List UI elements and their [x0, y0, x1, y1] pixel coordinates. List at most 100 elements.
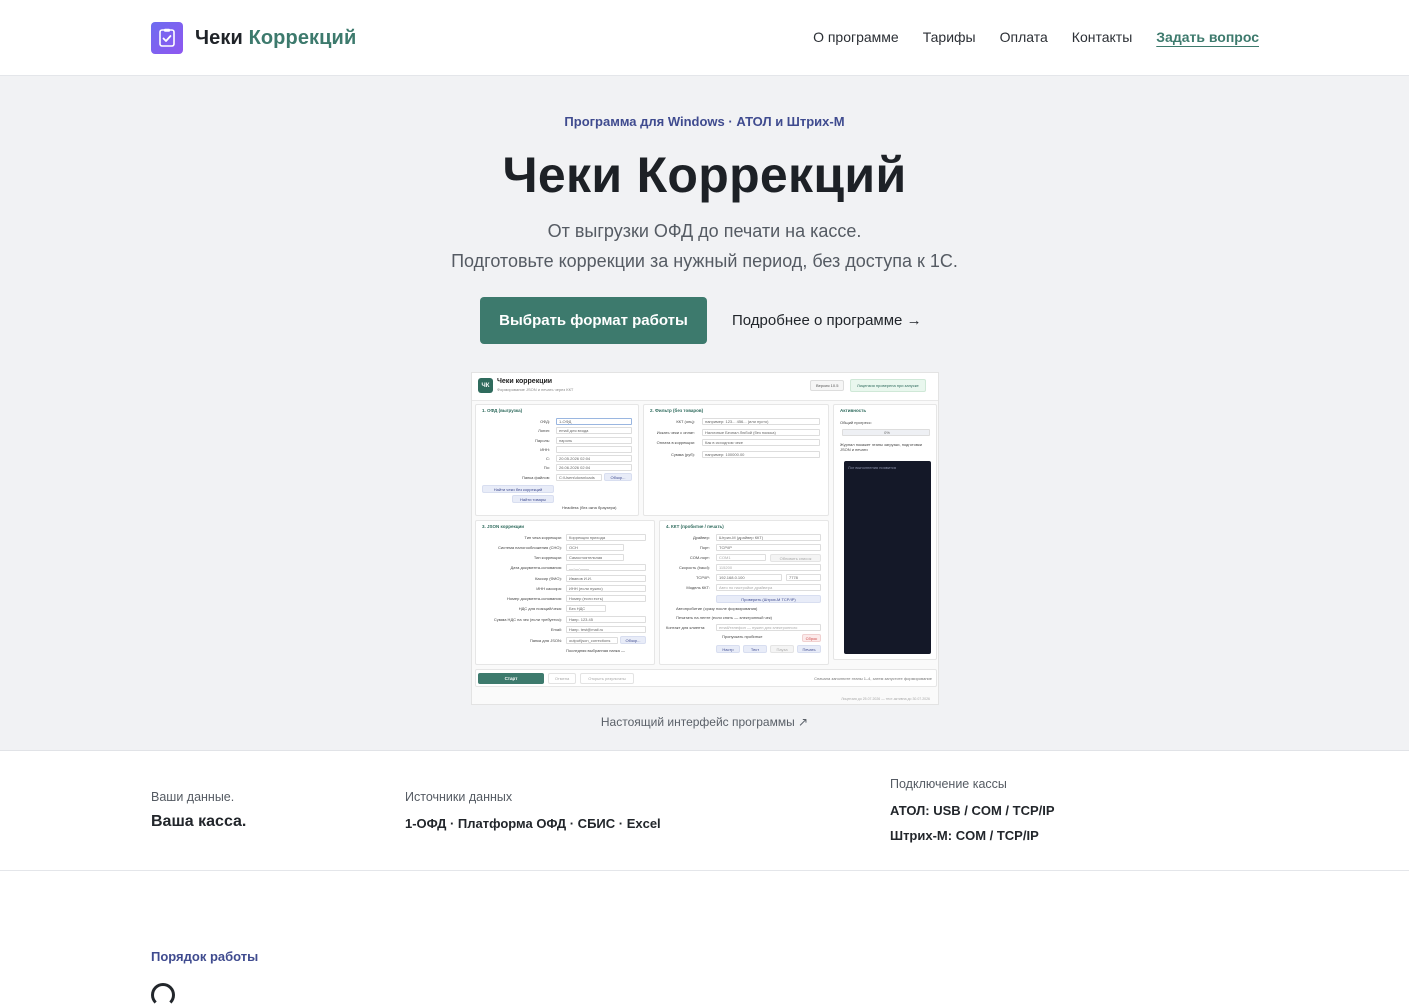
panel-kkt-title: 4. ККТ (пробитие / печать) — [666, 524, 724, 529]
panel-kkt: 4. ККТ (пробитие / печать) Драйвер: Штри… — [659, 520, 829, 665]
mock-input: Штрих-М (драйвер ККТ) — [716, 534, 821, 541]
mock-kkt-button: Печать — [797, 645, 821, 653]
choose-format-button[interactable]: Выбрать формат работы — [480, 297, 707, 344]
stat-value: 1-ОФД · Платформа ОФД · СБИС · Excel — [405, 816, 661, 831]
mock-input — [556, 446, 632, 453]
mock-headless-checkbox: Headless (без окна браузера) — [562, 505, 617, 510]
mock-input: Наличные Безнал Любой (без поиска) — [702, 429, 820, 436]
panel-ofd-title: 1. ОФД (выгрузка) — [482, 408, 523, 413]
stat-your-data: Ваши данные. Ваша касса. — [151, 790, 246, 831]
mock-input: TCP/IP — [716, 544, 821, 551]
mock-input: Самостоятельная — [566, 554, 624, 561]
mock-label: Сумма НДС на чек (если требуется): — [493, 617, 562, 622]
stat-label: Ваши данные. — [151, 790, 235, 804]
mock-input: Напр. test@mail.ru — [566, 626, 646, 633]
receipt-check-icon — [151, 22, 183, 54]
stat-data-sources: Источники данных 1-ОФД · Платформа ОФД ·… — [405, 790, 661, 831]
mock-input: Иванов И.И. — [566, 575, 646, 582]
panel-ofd: 1. ОФД (выгрузка) ОФД: 1-ОФД Логин: emai… — [475, 404, 639, 516]
mock-input: ОСН — [566, 544, 624, 551]
mock-input: Коррекция прихода — [566, 534, 646, 541]
section-eyebrow: Порядок работы — [151, 949, 259, 964]
mock-clear-button: Сброс — [802, 634, 821, 642]
mock-label: Номер документа-основания: — [507, 596, 562, 601]
mock-input: Авто по настройке драйвера — [716, 584, 821, 591]
mock-label: С: — [546, 456, 550, 461]
hero-eyebrow: Программа для Windows · АТОЛ и Штрих-М — [564, 114, 845, 129]
nav-link-pricing[interactable]: Тарифы — [923, 29, 976, 45]
mock-label: Кассир (ФИО): — [535, 576, 562, 581]
mock-label: Порт: — [699, 545, 710, 550]
site-header: Чеки Коррекций О программе Тарифы Оплата… — [0, 0, 1409, 76]
app-screenshot[interactable]: ЧК Чеки коррекции Формирование JSON и пе… — [471, 372, 939, 705]
mock-label: Модель ККТ: — [686, 585, 710, 590]
mock-label: ИНН: — [540, 447, 550, 452]
stat-kkt-connection: Подключение кассы АТОЛ: USB / COM / TCP/… — [890, 777, 1055, 843]
app-license-badge: Лицензия проверена при запуске — [850, 379, 926, 392]
progress-label: Общий прогресс: — [840, 420, 872, 425]
mock-input: email/телефон — нужен для электронного — [716, 624, 821, 631]
nav-link-about[interactable]: О программе — [813, 29, 899, 45]
features-strip: Ваши данные. Ваша касса. Источники данны… — [0, 752, 1409, 871]
mock-browse-button: Обзор... — [604, 473, 632, 481]
main-nav: О программе Тарифы Оплата Контакты Задат… — [789, 29, 1259, 45]
app-badge: ЧК — [478, 378, 493, 393]
mock-print-checkbox: Печатать на ленте (если снять — электрон… — [676, 615, 772, 620]
nav-link-payment[interactable]: Оплата — [1000, 29, 1048, 45]
mock-label: Папка файлов: — [521, 475, 550, 480]
nav-link-contacts[interactable]: Контакты — [1072, 29, 1132, 45]
mock-input: пароль — [556, 437, 632, 444]
mock-license-note: Лицензия до 25.07.2026 — тест-активна до… — [841, 697, 930, 701]
mock-label: Папка для JSON: — [529, 638, 562, 643]
mock-input: 192.168.0.100 — [716, 574, 782, 581]
mock-json-browse-button: Обзор... — [620, 636, 646, 644]
mock-label: Система налогообложения (СНО): — [497, 545, 562, 550]
mock-input: __.__.____ — [566, 564, 646, 571]
activity-note: Журнал покажет этапы загрузки, подготовк… — [840, 442, 922, 452]
mock-input: 26.06.2026 02:04 — [556, 464, 632, 471]
stat-value: Ваша касса. — [151, 813, 247, 830]
app-bottom-bar: Старт Отмена Открыть результаты Сначала … — [475, 669, 937, 687]
mock-cancel-button: Отмена — [548, 673, 576, 684]
mock-input: Как в исходном чеке — [702, 439, 820, 446]
mock-kkt-button: Пауза — [770, 645, 794, 653]
app-title: Чеки коррекции — [497, 378, 553, 385]
mock-input: C:\Users\downloads — [556, 474, 602, 481]
mock-input: Напр. 123.45 — [566, 616, 646, 623]
log-console: Лог выполнения появится — [844, 461, 931, 654]
mock-kkt-button: Настр — [716, 645, 740, 653]
mock-label: Email: — [550, 627, 562, 632]
mock-label: TCP/IP: — [695, 575, 710, 580]
brand-name: Чеки Коррекций — [195, 27, 356, 50]
section-heading-glyph — [151, 983, 175, 1007]
mock-find-receipts-button: Найти чеки без коррекций — [482, 485, 554, 493]
mock-label: НДС для позиций/чека: — [518, 606, 562, 611]
brand-name-part2: Коррекций — [248, 26, 357, 49]
mock-input: например: 100000.00 — [702, 451, 820, 458]
mock-check-button: Проверить (Штрих-М TCP/IP) — [716, 595, 821, 603]
mock-input: Номер (если есть) — [566, 595, 646, 602]
mock-bottom-note: Сначала заполните этапы 1–4, затем запус… — [814, 676, 932, 681]
app-subtitle: Формирование JSON и печать через ККТ — [497, 387, 574, 392]
panel-filter: 2. Фильтр (без товаров) ККТ (опц): напри… — [643, 404, 829, 516]
mock-input: output\json_corrections — [566, 637, 618, 644]
mock-auto-checkbox: Автопробитие (сразу после формирования) — [676, 606, 758, 611]
stat-value: Штрих-М: COM / TCP/IP — [890, 828, 1039, 843]
more-about-link[interactable]: Подробнее о программе → — [732, 312, 922, 329]
mock-label: Логин: — [538, 428, 550, 433]
mock-kkt-button: Тест — [743, 645, 767, 653]
logo[interactable]: Чеки Коррекций — [151, 22, 356, 54]
mock-label: ККТ (опц): — [676, 419, 695, 424]
brand-name-part1: Чеки — [195, 26, 243, 49]
mock-label: Сумма (руб): — [671, 452, 695, 457]
ask-question-link[interactable]: Задать вопрос — [1156, 29, 1259, 45]
mock-label: По: — [543, 465, 550, 470]
mock-input: 1-ОФД — [556, 418, 632, 425]
screenshot-caption-link[interactable]: Настоящий интерфейс программы ↗ — [0, 715, 1409, 729]
stat-value: АТОЛ: USB / COM / TCP/IP — [890, 803, 1055, 818]
mock-label: Оплата в коррекции: — [656, 440, 695, 445]
mock-label: Скорость (baud): — [678, 565, 710, 570]
mock-port-input: 7778 — [786, 574, 821, 581]
mock-label: Дата документа-основания: — [510, 565, 563, 570]
mock-input: 115200 — [716, 564, 821, 571]
